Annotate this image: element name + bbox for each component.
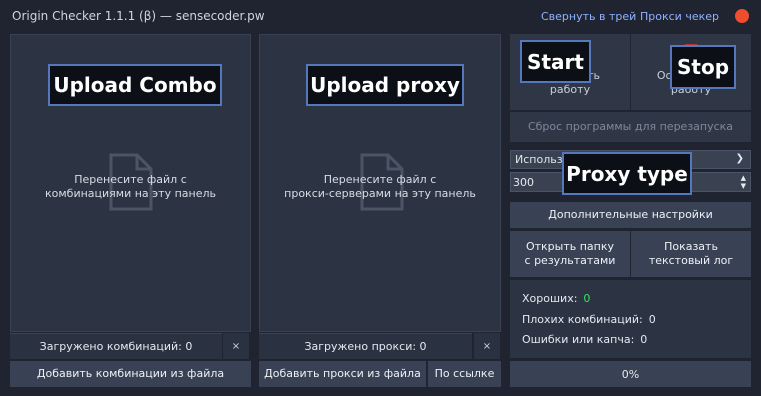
bad-count: Плохих комбинаций: 0 xyxy=(522,313,656,326)
upload-proxy-label: Upload proxy xyxy=(306,64,464,106)
errors-count: Ошибки или капча: 0 xyxy=(522,333,648,346)
title-bar: Origin Checker 1.1.1 (β) — sensecoder.pw… xyxy=(0,0,761,32)
proxies-by-link-button[interactable]: По ссылке xyxy=(428,361,501,387)
good-count: Хороших: 0 xyxy=(522,292,591,305)
open-results-folder-button[interactable]: Открыть папку с результатами xyxy=(510,231,630,277)
combo-loaded-count: Загружено комбинаций: 0 xyxy=(10,333,222,359)
minimize-to-tray-link[interactable]: Свернуть в трей xyxy=(541,10,636,23)
proxy-type-label: Proxy type xyxy=(562,152,692,195)
chevron-down-icon: ❯ xyxy=(735,153,744,164)
clear-combos-button[interactable]: × xyxy=(223,333,249,359)
proxy-drop-hint: Перенесите файл с прокси-серверами на эт… xyxy=(284,173,476,200)
extra-settings-button[interactable]: Дополнительные настройки xyxy=(510,202,751,228)
start-label: Start xyxy=(520,40,591,83)
progress-bar: 0% xyxy=(510,361,751,387)
stop-label: Stop xyxy=(670,45,736,89)
window-title: Origin Checker 1.1.1 (β) — sensecoder.pw xyxy=(12,9,265,23)
proxy-loaded-count: Загружено прокси: 0 xyxy=(259,333,472,359)
close-button[interactable] xyxy=(735,9,749,23)
reset-program-button[interactable]: Сброс программы для перезапуска xyxy=(510,112,751,142)
proxy-checker-link[interactable]: Прокси чекер xyxy=(640,10,719,23)
show-text-log-button[interactable]: Показать текстовый лог xyxy=(631,231,751,277)
stepper-arrows-icon[interactable]: ▲ ▼ xyxy=(741,174,746,190)
upload-combo-label: Upload Combo xyxy=(48,64,222,106)
clear-proxies-button[interactable]: × xyxy=(474,333,500,359)
add-combos-from-file-button[interactable]: Добавить комбинации из файла xyxy=(10,361,251,387)
combo-drop-hint: Перенесите файл с комбинациями на эту па… xyxy=(44,173,217,200)
add-proxies-from-file-button[interactable]: Добавить прокси из файла xyxy=(259,361,426,387)
stats-panel: Хороших: 0 Плохих комбинаций: 0 Ошибки или… xyxy=(510,280,751,358)
